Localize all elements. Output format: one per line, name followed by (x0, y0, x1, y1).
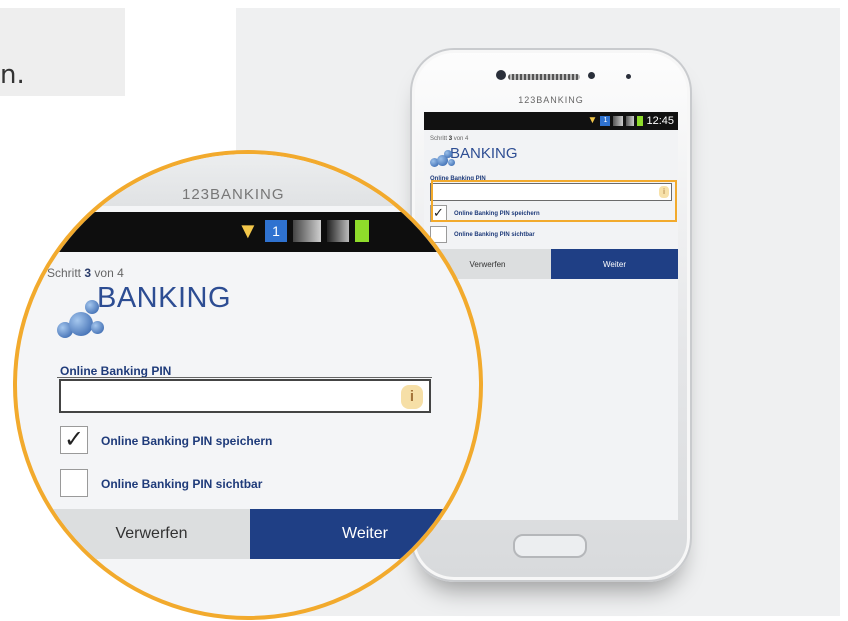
background-text-panel: n. (0, 8, 125, 96)
status-time: 12:45 (646, 115, 674, 127)
status-bar: ▼ 1 12:45 (424, 112, 678, 130)
battery-icon (355, 220, 369, 242)
info-icon[interactable]: i (401, 385, 423, 409)
zoomed-pin-input[interactable]: i (59, 379, 431, 413)
signal-icon (613, 116, 624, 126)
zoomed-status-icons: ▼ 1 (237, 220, 369, 242)
battery-icon (637, 116, 644, 126)
signal-icon (327, 220, 349, 242)
home-button[interactable] (513, 534, 587, 558)
divider (57, 377, 432, 378)
zoomed-logo-text: BANKING (97, 282, 232, 314)
zoomed-discard-button[interactable]: Verwerfen (53, 509, 250, 559)
zoom-magnifier: 123BANKING ▼ 1 Schritt 3 von 4 BANKING O… (13, 150, 483, 620)
zoomed-show-pin-checkbox[interactable] (60, 469, 88, 497)
sensor (588, 72, 595, 79)
zoomed-pin-label: Online Banking PIN (60, 364, 172, 378)
zoomed-device-brand: 123BANKING (182, 186, 285, 203)
signal-icon (626, 116, 635, 126)
sim-icon: 1 (600, 116, 611, 126)
speaker-grille (508, 74, 580, 80)
wifi-icon: ▼ (587, 115, 598, 126)
sim-icon: 1 (265, 220, 287, 242)
zoomed-next-button[interactable]: Weiter (250, 509, 479, 559)
wifi-icon: ▼ (237, 218, 259, 243)
zoomed-screen: 123BANKING ▼ 1 Schritt 3 von 4 BANKING O… (17, 154, 479, 616)
front-camera (496, 70, 506, 80)
zoomed-show-pin-label: Online Banking PIN sichtbar (101, 477, 263, 491)
next-button[interactable]: Weiter (551, 249, 678, 279)
signal-icon (293, 220, 321, 242)
zoomed-save-pin-label: Online Banking PIN speichern (101, 434, 273, 448)
zoomed-step-indicator: Schritt 3 von 4 (47, 266, 124, 280)
sensor-small (626, 74, 631, 79)
zoomed-save-pin-checkbox[interactable]: ✓ (60, 426, 88, 454)
background-text-fragment: n. (0, 60, 25, 90)
device-brand: 123BANKING (518, 95, 584, 105)
